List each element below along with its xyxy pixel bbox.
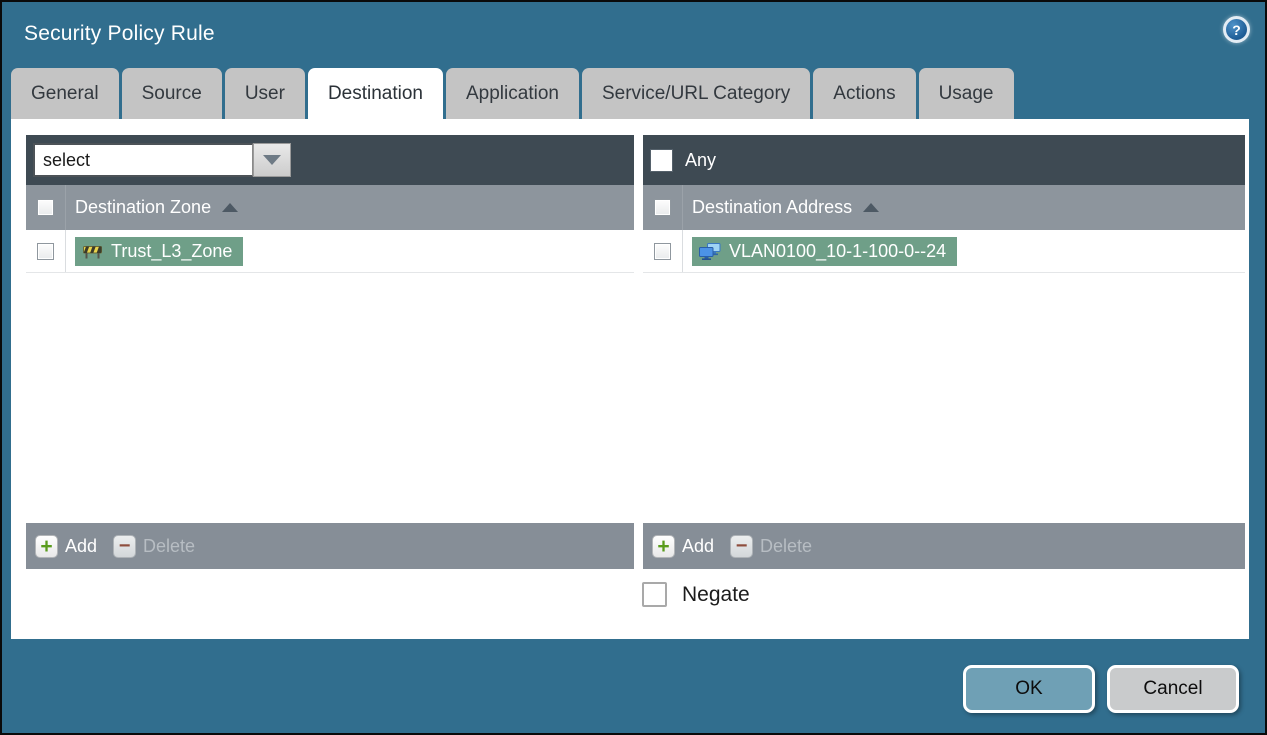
tab-actions[interactable]: Actions (813, 68, 916, 119)
dialog-titlebar: Security Policy Rule (2, 2, 1265, 66)
tab-general[interactable]: General (11, 68, 119, 119)
security-policy-rule-dialog: Security Policy Rule ? General Source Us… (0, 0, 1267, 735)
add-icon: + (35, 534, 58, 558)
zone-item-label: Trust_L3_Zone (111, 240, 233, 261)
tab-source[interactable]: Source (121, 68, 222, 119)
tab-user[interactable]: User (224, 68, 305, 119)
zone-add-label: Add (65, 535, 98, 556)
address-row-checkbox-cell (643, 230, 683, 272)
zone-select-all-checkbox[interactable] (37, 199, 54, 216)
address-item[interactable]: VLAN0100_10-1-100-0--24 (692, 236, 958, 266)
any-label: Any (685, 149, 717, 170)
negate-label: Negate (682, 582, 750, 606)
tab-destination[interactable]: Destination (307, 68, 443, 119)
tab-service-url-category[interactable]: Service/URL Category (581, 68, 811, 119)
address-row-checkbox[interactable] (654, 242, 671, 260)
sort-ascending-icon (222, 203, 239, 212)
delete-icon: − (113, 534, 137, 558)
destination-zone-panel: Destination Zone (26, 135, 634, 569)
address-delete-label: Delete (760, 535, 813, 556)
tab-bar: General Source User Destination Applicat… (11, 68, 1014, 119)
address-panel-footer: + Add − Delete (643, 523, 1245, 569)
sort-ascending-icon (863, 203, 880, 212)
destination-address-panel: Any Destination Address VLAN0100_10-1-10… (643, 135, 1245, 569)
tab-usage[interactable]: Usage (918, 68, 1014, 119)
address-column-header[interactable]: Destination Address (692, 197, 880, 218)
zone-column-header-label: Destination Zone (75, 197, 212, 217)
table-row: VLAN0100_10-1-100-0--24 (643, 230, 1245, 273)
table-row: Trust_L3_Zone (26, 230, 634, 273)
negate-checkbox[interactable] (642, 582, 667, 607)
address-table-header: Destination Address (643, 185, 1245, 230)
zone-select-dropdown-button[interactable] (253, 143, 291, 177)
address-column-header-label: Destination Address (692, 197, 853, 217)
delete-icon: − (730, 534, 754, 558)
address-select-all-checkbox[interactable] (654, 199, 671, 216)
zone-table-header: Destination Zone (26, 185, 634, 230)
zone-add-button[interactable]: + Add (35, 534, 98, 558)
zone-select-input[interactable] (33, 143, 253, 177)
help-icon[interactable]: ? (1223, 16, 1250, 43)
add-icon: + (652, 534, 675, 558)
address-icon (699, 242, 721, 260)
zone-header-checkbox-cell (26, 185, 66, 230)
any-checkbox[interactable] (650, 148, 673, 172)
zone-icon (83, 245, 102, 258)
ok-button[interactable]: OK (963, 665, 1095, 713)
zone-select-combobox (33, 143, 291, 177)
zone-delete-button[interactable]: − Delete (113, 534, 196, 558)
tab-application[interactable]: Application (446, 68, 579, 119)
chevron-down-icon (263, 155, 281, 165)
zone-column-header[interactable]: Destination Zone (75, 197, 239, 218)
zone-panel-topbar (26, 135, 634, 185)
address-item-label: VLAN0100_10-1-100-0--24 (729, 240, 947, 261)
address-add-label: Add (682, 535, 715, 556)
zone-table-body: Trust_L3_Zone (26, 230, 634, 523)
dialog-title: Security Policy Rule (24, 22, 215, 45)
zone-row-checkbox-cell (26, 230, 66, 272)
cancel-button[interactable]: Cancel (1107, 665, 1239, 713)
address-panel-topbar: Any (643, 135, 1245, 185)
destination-tab-content: Destination Zone (11, 119, 1249, 639)
address-table-body: VLAN0100_10-1-100-0--24 (643, 230, 1245, 523)
negate-control: Negate (642, 582, 750, 607)
address-delete-button[interactable]: − Delete (730, 534, 813, 558)
address-add-button[interactable]: + Add (652, 534, 715, 558)
zone-panel-footer: + Add − Delete (26, 523, 634, 569)
zone-row-checkbox[interactable] (37, 242, 54, 260)
zone-delete-label: Delete (143, 535, 196, 556)
help-icon-glyph: ? (1232, 21, 1241, 38)
address-header-checkbox-cell (643, 185, 683, 230)
zone-item[interactable]: Trust_L3_Zone (75, 236, 244, 266)
